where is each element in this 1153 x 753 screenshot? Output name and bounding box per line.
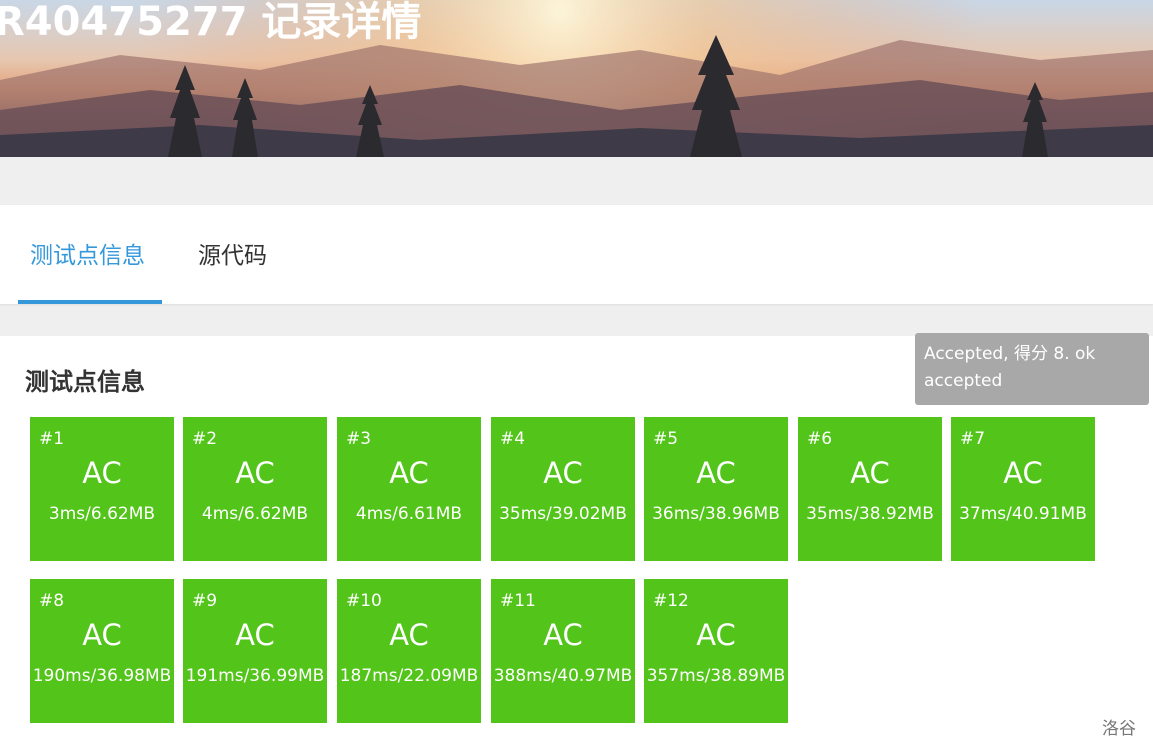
page-title: R40475277 记录详情 — [0, 0, 422, 45]
testcase-card[interactable]: #4 AC 35ms/39.02MB — [491, 417, 635, 561]
testcase-status: AC — [1003, 456, 1043, 490]
testcase-id: #7 — [960, 429, 986, 449]
testcase-time-memory: 35ms/38.92MB — [806, 504, 934, 524]
testcase-status: AC — [696, 456, 736, 490]
testcase-time-memory: 190ms/36.98MB — [32, 666, 172, 686]
testcase-time-memory: 4ms/6.61MB — [355, 504, 463, 524]
testcase-card[interactable]: #8 AC 190ms/36.98MB — [30, 579, 174, 723]
tab-source-code[interactable]: 源代码 — [198, 241, 267, 271]
testcase-status: AC — [389, 618, 429, 652]
tab-bar: 测试点信息 源代码 — [0, 205, 1153, 304]
testcase-status: AC — [82, 618, 122, 652]
testcase-status: AC — [543, 618, 583, 652]
testcase-time-memory: 357ms/38.89MB — [646, 666, 786, 686]
testcase-status: AC — [235, 456, 275, 490]
testcase-card[interactable]: #2 AC 4ms/6.62MB — [183, 417, 327, 561]
testcase-status: AC — [696, 618, 736, 652]
testcase-status: AC — [389, 456, 429, 490]
testcase-id: #12 — [653, 591, 689, 611]
testcase-status: AC — [543, 456, 583, 490]
testcase-card[interactable]: #1 AC 3ms/6.62MB — [30, 417, 174, 561]
testcase-time-memory: 3ms/6.62MB — [48, 504, 156, 524]
testcase-card[interactable]: #11 AC 388ms/40.97MB — [491, 579, 635, 723]
testcase-status: AC — [235, 618, 275, 652]
testcase-id: #4 — [500, 429, 526, 449]
testcase-id: #2 — [192, 429, 218, 449]
testcase-time-memory: 36ms/38.96MB — [652, 504, 780, 524]
site-brand: 洛谷 — [1102, 719, 1136, 739]
testcase-id: #9 — [192, 591, 218, 611]
header-banner: R40475277 记录详情 — [0, 0, 1153, 157]
active-tab-indicator — [18, 300, 162, 304]
testcase-id: #1 — [39, 429, 65, 449]
testcase-card[interactable]: #9 AC 191ms/36.99MB — [183, 579, 327, 723]
testcase-card[interactable]: #5 AC 36ms/38.96MB — [644, 417, 788, 561]
testcase-id: #10 — [346, 591, 382, 611]
testcase-id: #11 — [500, 591, 536, 611]
testcase-time-memory: 37ms/40.91MB — [959, 504, 1087, 524]
testcase-id: #6 — [807, 429, 833, 449]
testcase-id: #3 — [346, 429, 372, 449]
testcase-id: #5 — [653, 429, 679, 449]
section-title: 测试点信息 — [25, 368, 145, 396]
testcase-id: #8 — [39, 591, 65, 611]
testcase-card[interactable]: #7 AC 37ms/40.91MB — [951, 417, 1095, 561]
testcase-card[interactable]: #12 AC 357ms/38.89MB — [644, 579, 788, 723]
testcase-card[interactable]: #10 AC 187ms/22.09MB — [337, 579, 481, 723]
testcase-time-memory: 388ms/40.97MB — [493, 666, 633, 686]
testcase-card[interactable]: #3 AC 4ms/6.61MB — [337, 417, 481, 561]
testcase-tooltip: Accepted, 得分 8. ok accepted — [915, 333, 1149, 405]
testcase-status: AC — [82, 456, 122, 490]
testcase-status: AC — [850, 456, 890, 490]
tab-testcase-info[interactable]: 测试点信息 — [30, 241, 145, 271]
testcase-card[interactable]: #6 AC 35ms/38.92MB — [798, 417, 942, 561]
testcase-time-memory: 4ms/6.62MB — [201, 504, 309, 524]
testcase-time-memory: 35ms/39.02MB — [499, 504, 627, 524]
testcase-time-memory: 191ms/36.99MB — [185, 666, 325, 686]
testcase-time-memory: 187ms/22.09MB — [339, 666, 479, 686]
